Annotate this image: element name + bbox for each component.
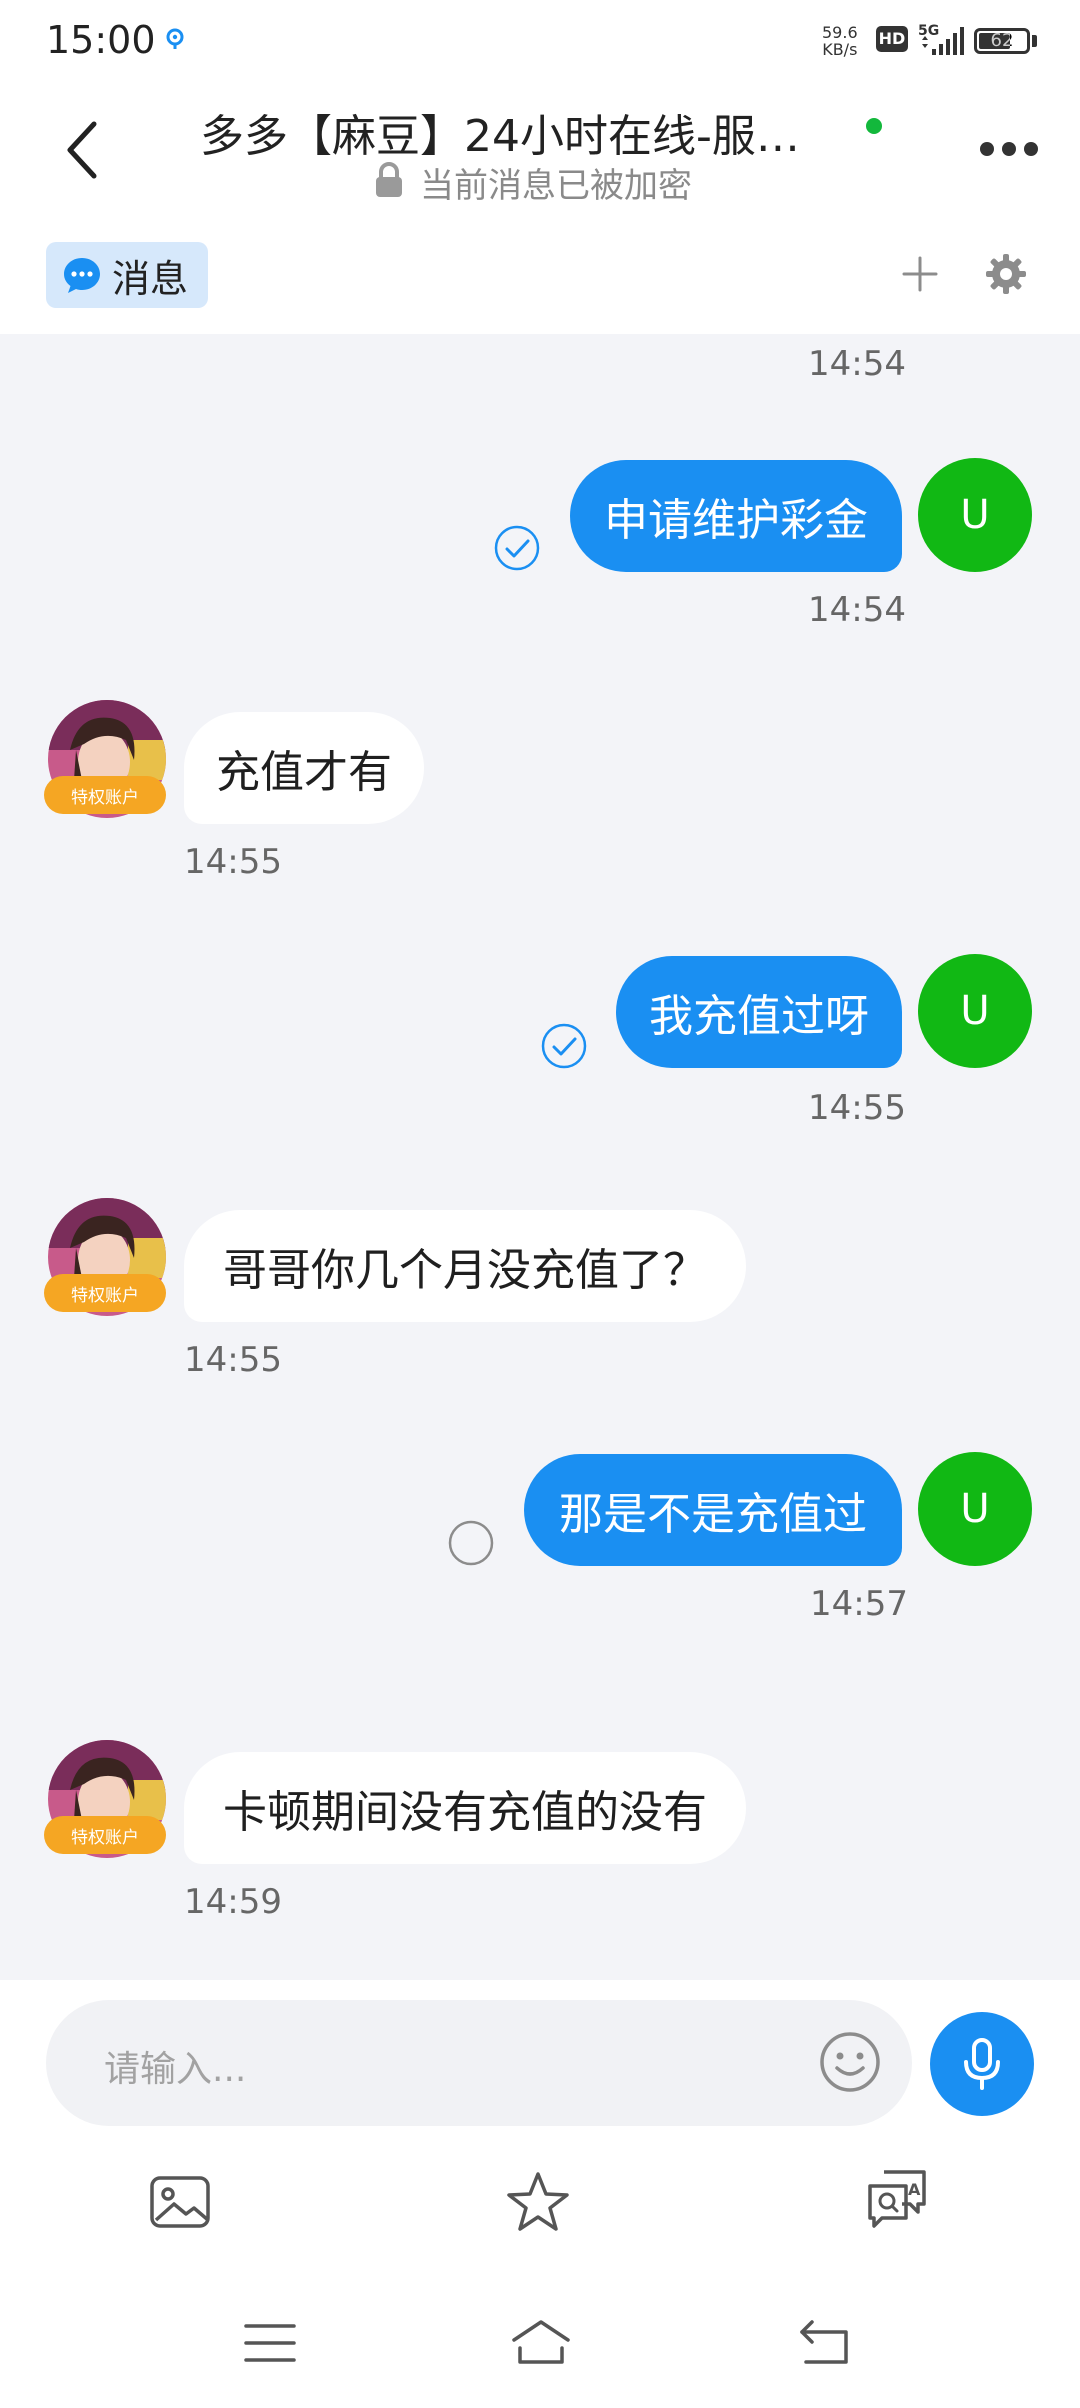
message-time: 14:57: [810, 1584, 908, 1624]
message-time: 14:54: [808, 344, 906, 384]
status-time: 15:00: [46, 18, 156, 62]
message-bubble-sent[interactable]: 申请维护彩金: [570, 460, 902, 572]
message-time: 14:55: [184, 1340, 282, 1380]
svg-text:A: A: [908, 2180, 921, 2199]
chat-title: 多多【麻豆】24小时在线-服…: [200, 111, 800, 162]
sending-status-icon: [448, 1520, 494, 1566]
privileged-account-badge: 特权账户: [44, 1274, 166, 1312]
read-check-icon: [541, 1023, 587, 1069]
user-avatar[interactable]: U: [918, 954, 1032, 1068]
chat-bubble-icon: [64, 258, 100, 293]
message-time: 14:54: [808, 590, 906, 630]
message-bubble-sent[interactable]: 我充值过呀: [616, 956, 902, 1068]
location-icon: [166, 28, 184, 49]
star-icon[interactable]: [506, 2170, 570, 2234]
back-arrow-icon[interactable]: [60, 118, 110, 182]
menu-icon[interactable]: [242, 2318, 298, 2368]
more-options-icon[interactable]: [978, 140, 1040, 158]
message-bubble-received[interactable]: 卡顿期间没有充值的没有: [184, 1752, 746, 1864]
battery-level: 62: [990, 30, 1014, 51]
message-bubble-sent[interactable]: 那是不是充值过: [524, 1454, 902, 1566]
privileged-account-badge: 特权账户: [44, 776, 166, 814]
gear-icon[interactable]: [984, 252, 1028, 296]
user-avatar[interactable]: U: [918, 458, 1032, 572]
chat-area[interactable]: [0, 334, 1080, 1980]
user-avatar[interactable]: U: [918, 1452, 1032, 1566]
net-speed-unit: KB/s: [822, 40, 858, 59]
message-bubble-received[interactable]: 充值才有: [184, 712, 424, 824]
message-input-placeholder: 请输入...: [104, 2049, 247, 2090]
battery-icon: 62: [974, 28, 1030, 54]
emoji-icon[interactable]: [818, 2030, 882, 2094]
back-nav-icon[interactable]: [796, 2318, 852, 2368]
message-time: 14:59: [184, 1882, 282, 1922]
signal-5g-icon: 5G: [918, 23, 964, 55]
encryption-notice: 当前消息已被加密: [420, 166, 692, 206]
image-icon[interactable]: [148, 2170, 212, 2234]
privileged-account-badge: 特权账户: [44, 1816, 166, 1854]
microphone-icon: [964, 2038, 1000, 2090]
message-time: 14:55: [184, 842, 282, 882]
home-icon[interactable]: [510, 2318, 572, 2368]
message-bubble-received[interactable]: 哥哥你几个月没充值了？: [184, 1210, 746, 1322]
tab-messages-label: 消息: [112, 256, 189, 301]
quick-reply-icon[interactable]: A: [866, 2166, 930, 2230]
plus-icon[interactable]: [898, 252, 942, 296]
tab-messages[interactable]: 消息: [46, 242, 208, 308]
lock-icon: [376, 162, 402, 197]
voice-input-button[interactable]: [930, 2012, 1034, 2116]
svg-text:5G: 5G: [918, 23, 939, 39]
message-time: 14:55: [808, 1088, 906, 1128]
net-speed-value: 59.6: [822, 23, 858, 42]
read-check-icon: [494, 525, 540, 571]
online-status-dot: [866, 118, 882, 134]
hd-icon: HD: [876, 26, 908, 52]
battery-tip: [1032, 35, 1037, 47]
net-speed: 59.6 KB/s: [822, 24, 858, 58]
